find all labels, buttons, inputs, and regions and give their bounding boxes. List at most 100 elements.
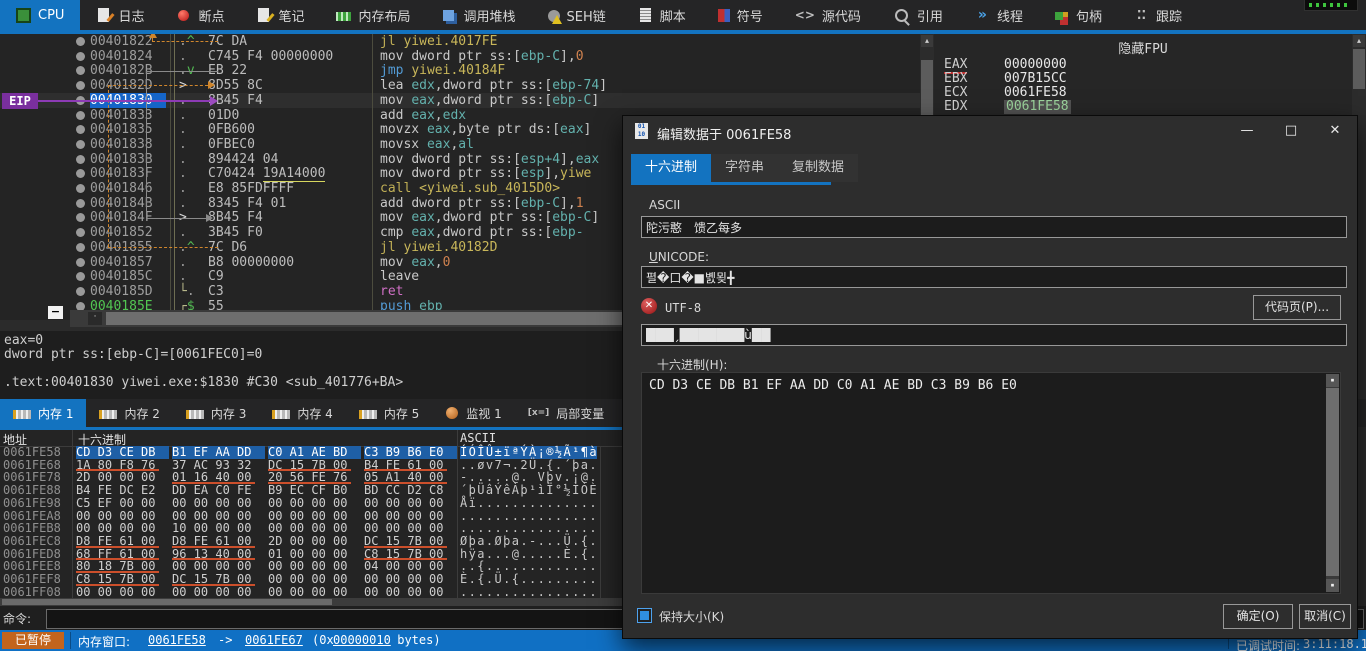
- dump-tab-memory[interactable]: 内存 5: [346, 399, 432, 427]
- main-tab-cpu[interactable]: CPU: [0, 0, 80, 30]
- dump-hex-group[interactable]: 00 00 00 00: [172, 497, 265, 510]
- dump-row[interactable]: 0061FEF8C8 15 7B 00DC 15 7B 0000 00 00 0…: [0, 573, 620, 586]
- breakpoint-dot[interactable]: [76, 287, 85, 296]
- keep-size-checkbox[interactable]: [637, 608, 652, 623]
- dump-hex-group[interactable]: DC 15 7B 00: [364, 535, 457, 548]
- dump-hex-group[interactable]: C8 15 7B 00: [76, 573, 169, 586]
- dump-hex-group[interactable]: B1 EF AA DD: [172, 446, 265, 459]
- main-tab-breakpoint[interactable]: 断点: [160, 0, 240, 30]
- dump-hex-group[interactable]: 00 00 00 00: [172, 586, 265, 599]
- dump-hex-group[interactable]: C5 EF 00 00: [76, 497, 169, 510]
- breakpoint-dot[interactable]: [76, 272, 85, 281]
- scroll-up-icon[interactable]: ▴: [921, 35, 933, 47]
- scroll-dot-icon[interactable]: ·: [88, 312, 102, 325]
- register-value[interactable]: 007B15CC: [1004, 72, 1067, 86]
- dump-tab-memory[interactable]: 内存 3: [173, 399, 259, 427]
- breakpoint-dot[interactable]: [76, 111, 85, 120]
- dump-tab-watch[interactable]: 监视 1: [432, 399, 514, 427]
- ascii-input[interactable]: [641, 216, 1347, 238]
- breakpoint-dot[interactable]: [76, 81, 85, 90]
- dump-row[interactable]: 0061FE98C5 EF 00 0000 00 00 0000 00 00 0…: [0, 497, 620, 510]
- close-button[interactable]: ✕: [1313, 116, 1357, 146]
- dialog-title-bar[interactable]: 0110 编辑数据于 0061FE58 — □ ✕: [623, 116, 1357, 146]
- register-row[interactable]: EBX007B15CC: [934, 72, 1352, 86]
- dump-hex-group[interactable]: 00 00 00 00: [268, 497, 361, 510]
- codepage-button[interactable]: 代码页(P)...: [1253, 295, 1341, 320]
- hex-edit-value[interactable]: CD D3 CE DB B1 EF AA DD C0 A1 AE BD C3 B…: [649, 378, 1017, 393]
- breakpoint-dot[interactable]: [76, 37, 85, 46]
- disasm-row[interactable]: 00401822.^7C DAjl yiwei.4017FE: [0, 34, 920, 49]
- dump-hex-group[interactable]: BD CC D2 C8: [364, 484, 457, 497]
- dump-hex-group[interactable]: 00 00 00 00: [268, 586, 361, 599]
- register-value[interactable]: 0061FE58: [1004, 100, 1071, 114]
- breakpoint-dot[interactable]: [76, 199, 85, 208]
- utf8-input[interactable]: [641, 324, 1347, 346]
- dump-hex-group[interactable]: 00 00 00 00: [76, 586, 169, 599]
- registers-vertical-scrollbar[interactable]: ▴: [1352, 34, 1366, 115]
- register-value[interactable]: 00000000: [1004, 58, 1067, 72]
- dump-row[interactable]: 0061FE58CD D3 CE DBB1 EF AA DDC0 A1 AE B…: [0, 446, 620, 459]
- dump-hex-group[interactable]: 10 00 00 00: [172, 522, 265, 535]
- ok-button[interactable]: 确定(O): [1223, 604, 1293, 629]
- main-tab-handles[interactable]: 句柄: [1039, 0, 1118, 30]
- dump-hex-group[interactable]: 2D 00 00 00: [268, 535, 361, 548]
- disasm-row[interactable]: 00401824.C745 F4 00000000mov dword ptr s…: [0, 49, 920, 64]
- dump-hex-group[interactable]: 00 00 00 00: [364, 497, 457, 510]
- breakpoint-dot[interactable]: [76, 243, 85, 252]
- dialog-tab[interactable]: 复制数据: [778, 154, 858, 182]
- scrollbar-thumb[interactable]: [1353, 49, 1365, 89]
- breakpoint-dot[interactable]: [76, 258, 85, 267]
- dump-horizontal-scrollbar[interactable]: [0, 598, 622, 606]
- dump-hex-group[interactable]: 00 00 00 00: [364, 573, 457, 586]
- dump-row[interactable]: 0061FEB800 00 00 0010 00 00 0000 00 00 0…: [0, 522, 620, 535]
- unicode-input[interactable]: [641, 266, 1347, 288]
- dump-tab-memory[interactable]: 内存 2: [86, 399, 172, 427]
- dump-hex-group[interactable]: C3 B9 B6 E0: [364, 446, 457, 459]
- collapse-block-toggle[interactable]: −: [48, 306, 63, 319]
- dump-hex-group[interactable]: 00 00 00 00: [268, 573, 361, 586]
- main-tab-script[interactable]: 脚本: [622, 0, 702, 30]
- dump-hex-group[interactable]: DD EA C0 FE: [172, 484, 265, 497]
- dump-tab-locals[interactable]: [x=]局部变量: [515, 399, 618, 427]
- dump-row[interactable]: 0061FE88B4 FE DC E2DD EA C0 FEB9 EC CF B…: [0, 484, 620, 497]
- breakpoint-dot[interactable]: [76, 155, 85, 164]
- hex-edit-scrollbar[interactable]: ▪ ▪: [1326, 374, 1339, 592]
- main-tab-memory-map[interactable]: 内存布局: [320, 0, 426, 30]
- hex-edit-area[interactable]: CD D3 CE DB B1 EF AA DD C0 A1 AE BD C3 B…: [641, 372, 1341, 594]
- breakpoint-dot[interactable]: [76, 140, 85, 149]
- minimize-button[interactable]: —: [1225, 116, 1269, 146]
- scroll-up-icon[interactable]: ▪: [1326, 374, 1339, 387]
- dump-hex-group[interactable]: D8 FE 61 00: [172, 535, 265, 548]
- main-tab-symbols[interactable]: 符号: [702, 0, 779, 30]
- disasm-row[interactable]: 0040182B.vEB 22jmp yiwei.40184F: [0, 63, 920, 78]
- scroll-up-icon[interactable]: ▴: [1353, 35, 1365, 47]
- dialog-tab[interactable]: 十六进制: [631, 154, 711, 182]
- main-tab-log[interactable]: 日志: [80, 0, 160, 30]
- dump-row[interactable]: 0061FF0800 00 00 0000 00 00 0000 00 00 0…: [0, 586, 620, 599]
- scroll-down-icon[interactable]: ▪: [1326, 579, 1339, 592]
- dump-hex-group[interactable]: C0 A1 AE BD: [268, 446, 361, 459]
- register-value[interactable]: 0061FE58: [1004, 86, 1067, 100]
- register-row[interactable]: EAX00000000: [934, 58, 1352, 72]
- dump-tab-memory[interactable]: 内存 1: [0, 399, 86, 427]
- cancel-button[interactable]: 取消(C): [1299, 604, 1351, 629]
- breakpoint-dot[interactable]: [76, 52, 85, 61]
- range-to-link[interactable]: 0061FE67: [245, 633, 303, 647]
- breakpoint-dot[interactable]: [76, 213, 85, 222]
- main-tab-source[interactable]: <>源代码: [779, 0, 877, 30]
- maximize-button[interactable]: □: [1269, 116, 1313, 146]
- dump-hex-group[interactable]: 00 00 00 00: [76, 522, 169, 535]
- main-tab-notes[interactable]: 笔记: [240, 0, 320, 30]
- breakpoint-dot[interactable]: [76, 228, 85, 237]
- scrollbar-thumb[interactable]: [2, 599, 332, 605]
- breakpoint-dot[interactable]: [76, 169, 85, 178]
- dump-hex-group[interactable]: 00 00 00 00: [268, 522, 361, 535]
- dump-hex-group[interactable]: CD D3 CE DB: [76, 446, 169, 459]
- scrollbar-thumb[interactable]: [1326, 388, 1339, 576]
- dialog-tab[interactable]: 字符串: [711, 154, 778, 182]
- register-row[interactable]: EDX0061FE58: [934, 100, 1352, 114]
- range-from-link[interactable]: 0061FE58: [148, 633, 206, 647]
- dump-hex-group[interactable]: B4 FE DC E2: [76, 484, 169, 497]
- dump-hex-group[interactable]: D8 FE 61 00: [76, 535, 169, 548]
- main-tab-references[interactable]: 引用: [877, 0, 959, 30]
